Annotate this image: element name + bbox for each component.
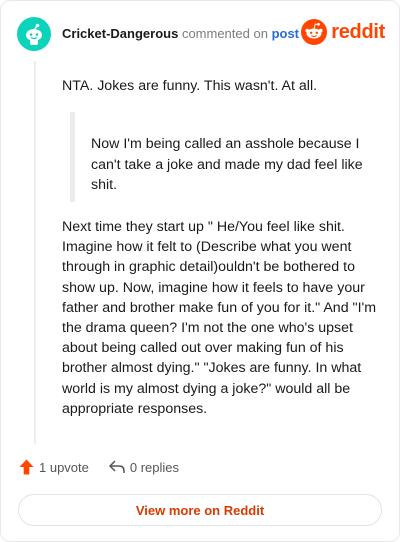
embedded-comment-card: Cricket-Dangerous commented on post redd…	[0, 0, 400, 542]
replies-count: 0 replies	[129, 459, 180, 475]
upvote-arrow-icon	[19, 459, 34, 475]
action-text: commented on	[181, 26, 268, 41]
quote-text: Now I'm being called an asshole because …	[91, 136, 363, 193]
post-link[interactable]: post	[272, 26, 299, 41]
snoo-avatar-icon[interactable]	[17, 17, 51, 51]
replies-button[interactable]: 0 replies	[109, 460, 179, 475]
view-more-button[interactable]: View more on Reddit	[18, 494, 382, 526]
reddit-wordmark: reddit	[331, 20, 385, 43]
reddit-logo[interactable]: reddit	[301, 19, 385, 45]
comment-paragraph-1: NTA. Jokes are funny. This wasn't. At al…	[62, 78, 318, 94]
author-name[interactable]: Cricket-Dangerous	[62, 26, 178, 41]
reply-arrow-icon	[109, 460, 125, 473]
upvote-count: 1 upvote	[39, 459, 89, 475]
reddit-alien-icon	[301, 19, 328, 45]
comment-meta: Cricket-Dangerous commented on post	[62, 26, 299, 42]
comment-header: Cricket-Dangerous commented on post redd…	[17, 17, 387, 51]
comment-footer: 1 upvote 0 replies	[19, 459, 179, 475]
upvote-button[interactable]: 1 upvote	[19, 459, 89, 475]
blockquote: Now I'm being called an asshole because …	[70, 112, 375, 202]
thread-line	[34, 61, 36, 444]
comment-paragraph-2: Next time they start up " He/You feel li…	[62, 219, 377, 417]
